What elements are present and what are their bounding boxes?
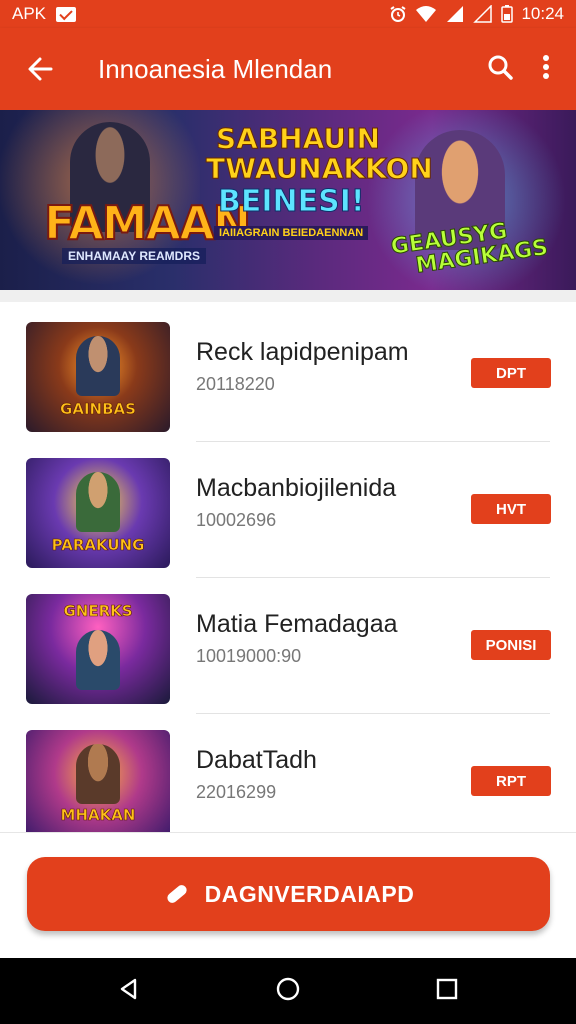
banner-left-subtitle: ENHAMAAY REAMDRS <box>62 248 207 264</box>
game-number: 22016299 <box>196 782 277 802</box>
notification-icon <box>56 6 77 22</box>
list-item[interactable]: GNERKS Matia Femadagaa 10019000:90 PONIS… <box>0 574 576 714</box>
game-badge-button[interactable]: PONISI <box>471 630 551 660</box>
app-bar: Innoanesia Mlendan <box>0 28 576 110</box>
nav-recents-button[interactable] <box>435 977 459 1006</box>
square-recents-icon <box>436 978 458 999</box>
game-number: 10002696 <box>196 510 277 530</box>
banner-center-line3: BEINESI! <box>218 184 366 220</box>
game-badge-button[interactable]: HVT <box>471 494 551 524</box>
banner-center-subtitle: IAIIAGRAIN BEIEDAENNAN <box>214 226 369 240</box>
game-name: Reck lapidpenipam <box>196 338 409 366</box>
nav-home-button[interactable] <box>275 976 301 1007</box>
promo-banner[interactable]: FAMAAN ENHAMAAY REAMDRS SABHAUIN TWAUNAK… <box>0 110 576 290</box>
thumbnail-text: PARAKUNG <box>51 536 145 555</box>
alarm-icon <box>390 6 407 22</box>
game-name: DabatTadh <box>196 746 317 774</box>
game-thumbnail: MHAKAN <box>26 730 170 838</box>
game-thumbnail: GAINBAS <box>26 322 170 432</box>
game-thumbnail: PARAKUNG <box>26 458 170 568</box>
apk-label: APK <box>12 4 47 23</box>
clock: 10:24 <box>521 4 564 23</box>
game-number: 10019000:90 <box>196 646 302 666</box>
signal-icon-2 <box>473 5 493 23</box>
wifi-icon <box>416 6 437 22</box>
signal-icon <box>447 6 464 22</box>
thumbnail-text: GNERKS <box>63 602 133 621</box>
thumbnail-text: GAINBAS <box>60 400 137 419</box>
download-button-label: DAGNVERDAIAPD <box>204 880 415 907</box>
game-badge-button[interactable]: RPT <box>471 766 551 796</box>
status-bar: APK 10:24 <box>0 0 576 28</box>
system-nav-bar <box>0 958 576 1024</box>
bottom-divider <box>0 832 576 833</box>
list-item[interactable]: PARAKUNG Macbanbiojilenida 10002696 HVT <box>0 438 576 578</box>
overflow-menu-button[interactable] <box>542 54 550 85</box>
more-vertical-icon <box>543 54 549 79</box>
arrow-left-icon <box>28 57 53 81</box>
page-title: Innoanesia Mlendan <box>98 53 333 84</box>
nav-back-button[interactable] <box>117 977 141 1006</box>
game-thumbnail: GNERKS <box>26 594 170 704</box>
pill-icon <box>167 885 187 903</box>
search-icon <box>488 55 513 80</box>
game-list: GAINBAS Reck lapidpenipam 20118220 DPT P… <box>0 302 576 840</box>
banner-center-line1: SABHAUIN <box>215 122 381 155</box>
game-number: 20118220 <box>196 374 275 394</box>
game-name: Macbanbiojilenida <box>196 474 397 502</box>
banner-divider <box>0 290 576 302</box>
list-item[interactable]: GAINBAS Reck lapidpenipam 20118220 DPT <box>0 302 576 442</box>
game-name: Matia Femadagaa <box>196 610 398 638</box>
triangle-back-icon <box>120 978 137 999</box>
search-button[interactable] <box>486 53 514 86</box>
list-item[interactable]: MHAKAN DabatTadh 22016299 RPT <box>0 710 576 840</box>
thumbnail-text: MHAKAN <box>60 806 136 825</box>
banner-center-line2: TWAUNAKKON <box>206 152 434 186</box>
back-button[interactable] <box>0 56 80 82</box>
download-button[interactable]: DAGNVERDAIAPD <box>27 857 550 931</box>
battery-icon <box>501 5 514 23</box>
circle-home-icon <box>276 977 300 1000</box>
game-badge-button[interactable]: DPT <box>471 358 551 388</box>
